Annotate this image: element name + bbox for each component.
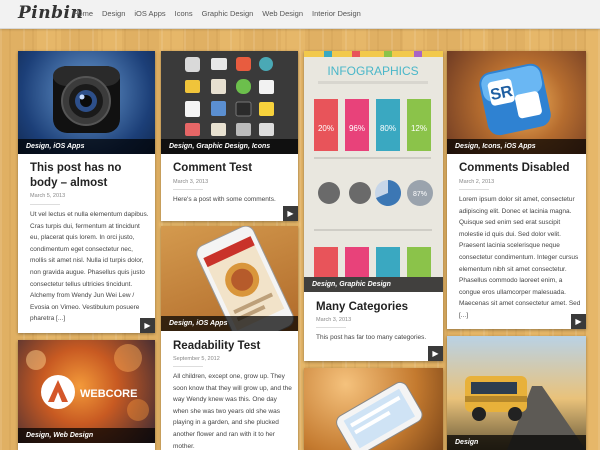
post-card: Design: [447, 336, 586, 450]
divider: [316, 327, 346, 328]
stat-value: 96%: [349, 124, 365, 133]
nav-item-web-design[interactable]: Web Design: [262, 9, 303, 18]
post-excerpt: Lorem ipsum dolor sit amet, consectetur …: [459, 196, 581, 319]
arrow-right-icon[interactable]: ▶: [140, 318, 155, 333]
arrow-right-icon[interactable]: ▶: [283, 206, 298, 221]
infographic-title: INFOGRAPHICS: [327, 64, 418, 78]
pie-label: 87%: [413, 191, 427, 198]
post-title[interactable]: Readability Test: [173, 339, 291, 354]
post-card: WEBCORE Design, Web Design: [18, 340, 155, 450]
post-card: Design, iOS Apps Readability Test Septem…: [161, 226, 298, 450]
bus-image: [465, 376, 586, 450]
post-excerpt: Ut vel lectus et nulla elementum dapibus…: [30, 211, 149, 323]
stat-value: 12%: [411, 124, 427, 133]
post-date: March 3, 2013: [173, 179, 209, 185]
post-categories[interactable]: Design, iOS Apps: [161, 316, 298, 331]
post-date: March 2, 2013: [459, 179, 495, 185]
divider: [30, 204, 60, 205]
post-categories[interactable]: Design, Icons, iOS Apps: [447, 139, 586, 154]
post-thumbnail[interactable]: Design, iOS Apps: [161, 226, 298, 331]
post-thumbnail[interactable]: Design, iOS Apps: [18, 51, 155, 154]
post-card: INFOGRAPHICS 20% 96% 80% 12% 87% Design,…: [304, 51, 443, 361]
main-menu: Home Design iOS Apps Icons Graphic Desig…: [64, 9, 361, 18]
top-navigation-bar: Pinbin Home Design iOS Apps Icons Graphi…: [0, 0, 600, 29]
post-card: Design, Graphic Design, Icons Comment Te…: [161, 51, 298, 221]
post-excerpt: This post has far too many categories.: [316, 334, 427, 341]
divider: [459, 189, 489, 190]
nav-item-icons[interactable]: Icons: [175, 9, 193, 18]
post-categories[interactable]: Design, iOS Apps: [18, 139, 155, 154]
arrow-right-icon[interactable]: ▶: [571, 314, 586, 329]
stat-value: 80%: [380, 124, 396, 133]
post-title[interactable]: Comments Disabled: [459, 161, 579, 176]
post-title[interactable]: Comment Test: [173, 161, 291, 176]
post-excerpt: All children, except one, grow up. They …: [173, 373, 292, 450]
divider: [173, 189, 203, 190]
post-date: September 5, 2012: [173, 356, 220, 362]
infographic-image: INFOGRAPHICS 20% 96% 80% 12% 87%: [304, 51, 443, 277]
post-categories[interactable]: Design, Graphic Design: [304, 277, 443, 292]
post-thumbnail[interactable]: [304, 368, 443, 450]
post-categories[interactable]: Design, Web Design: [18, 428, 155, 443]
post-card: [304, 368, 443, 450]
nav-item-design[interactable]: Design: [102, 9, 125, 18]
post-excerpt: Here's a post with some comments.: [173, 196, 276, 203]
webcore-logo-text: WEBCORE: [80, 388, 137, 400]
post-categories[interactable]: Design, Graphic Design, Icons: [161, 139, 298, 154]
post-title[interactable]: This post has no body – almost: [30, 161, 148, 191]
post-thumbnail[interactable]: SR Design, Icons, iOS Apps: [447, 51, 586, 154]
post-thumbnail[interactable]: Design: [447, 336, 586, 450]
post-thumbnail[interactable]: INFOGRAPHICS 20% 96% 80% 12% 87% Design,…: [304, 51, 443, 292]
post-thumbnail[interactable]: WEBCORE Design, Web Design: [18, 340, 155, 443]
phone-desk-image: [336, 381, 423, 450]
nav-item-graphic-design[interactable]: Graphic Design: [202, 9, 254, 18]
post-card: Design, iOS Apps This post has no body –…: [18, 51, 155, 333]
post-card: SR Design, Icons, iOS Apps Comments Disa…: [447, 51, 586, 329]
nav-item-home[interactable]: Home: [73, 9, 93, 18]
post-categories[interactable]: Design: [447, 435, 586, 450]
post-thumbnail[interactable]: Design, Graphic Design, Icons: [161, 51, 298, 154]
nav-item-ios-apps[interactable]: iOS Apps: [134, 9, 165, 18]
stat-value: 20%: [318, 124, 334, 133]
divider: [173, 366, 203, 367]
nav-item-interior-design[interactable]: Interior Design: [312, 9, 361, 18]
post-date: March 5, 2013: [30, 193, 66, 199]
post-date: March 3, 2013: [316, 317, 352, 323]
post-title[interactable]: Many Categories: [316, 300, 436, 315]
arrow-right-icon[interactable]: ▶: [428, 346, 443, 361]
